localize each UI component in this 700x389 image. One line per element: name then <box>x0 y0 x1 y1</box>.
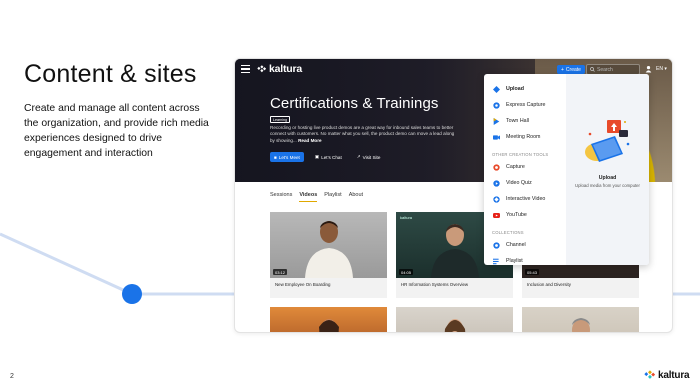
slide-title: Content & sites <box>24 60 197 88</box>
page-number: 2 <box>10 373 14 380</box>
menu-item-channel[interactable]: Channel <box>492 241 526 249</box>
menu-item-capture[interactable]: Capture <box>492 163 525 171</box>
read-more-link[interactable]: Read More <box>298 138 322 143</box>
menu-item-meeting-room[interactable]: Meeting Room <box>492 133 540 141</box>
app-brand-name: kaltura <box>269 63 303 75</box>
footer-logo: kaltura <box>644 370 690 381</box>
language-selector[interactable]: EN ▾ <box>656 66 667 72</box>
create-button-label: Create <box>565 66 581 73</box>
upload-preview-panel[interactable]: Upload Upload media from your computer <box>566 74 649 265</box>
interactive-video-icon <box>492 195 500 203</box>
video-thumbnail[interactable] <box>522 307 639 332</box>
menu-item-express-capture[interactable]: Express Capture <box>492 101 545 109</box>
video-duration: 03:12 <box>273 269 288 275</box>
express-capture-icon <box>492 101 500 109</box>
menu-item-interactive-video[interactable]: Interactive Video <box>492 195 545 203</box>
person-image <box>430 224 479 278</box>
tab-videos[interactable]: Videos <box>299 192 318 202</box>
video-thumbnail[interactable]: 03:12 <box>270 212 387 278</box>
slide-description: Create and manage all content across the… <box>24 103 209 159</box>
video-card[interactable] <box>522 307 639 332</box>
tab-about[interactable]: About <box>349 192 363 202</box>
menu-item-town-hall[interactable]: Town Hall <box>492 117 529 125</box>
search-icon <box>590 67 595 72</box>
menu-item-video-quiz[interactable]: Video Quiz <box>492 179 532 187</box>
person-image <box>318 319 339 332</box>
video-title[interactable]: HR Information Systems Overview <box>396 278 513 298</box>
hero-badge: Learning <box>270 116 290 123</box>
kaltura-logo-icon <box>644 370 655 379</box>
video-duration: 04:05 <box>399 269 414 275</box>
video-thumbnail[interactable] <box>396 307 513 332</box>
user-icon[interactable] <box>645 65 652 73</box>
hamburger-menu-icon[interactable] <box>241 65 250 73</box>
external-link-icon: ↗ <box>356 154 361 159</box>
visit-site-button[interactable]: ↗ Visit Site <box>353 152 385 162</box>
capture-icon <box>492 163 500 171</box>
content-tabs: Sessions Videos Playlist About <box>270 192 363 202</box>
video-quiz-icon <box>492 179 500 187</box>
slide: Content & sites Create and manage all co… <box>0 0 700 389</box>
person-image <box>571 318 590 332</box>
section-collections: COLLECTIONS <box>492 230 524 235</box>
create-button[interactable]: + Create <box>557 65 585 74</box>
video-duration: 05:43 <box>525 269 540 275</box>
menu-item-youtube[interactable]: YouTube <box>492 211 527 219</box>
plus-icon: + <box>561 66 564 73</box>
connector-dot <box>122 284 142 304</box>
menu-item-upload[interactable]: Upload <box>492 85 524 93</box>
playlist-icon <box>492 257 500 265</box>
upload-icon <box>492 85 500 93</box>
video-title[interactable]: Inclusion and Diversity <box>522 278 639 298</box>
video-thumbnail[interactable] <box>270 307 387 332</box>
channel-icon <box>492 241 500 249</box>
chat-icon: ▣ <box>314 154 320 159</box>
town-hall-icon <box>492 117 500 125</box>
create-dropdown: Upload Express Capture Town Hall Meeting… <box>484 74 649 265</box>
tab-sessions[interactable]: Sessions <box>270 192 292 202</box>
upload-illustration <box>585 120 630 162</box>
menu-item-playlist[interactable]: Playlist <box>492 257 523 265</box>
card-logo: kaltura <box>400 215 413 220</box>
upload-panel-subtitle: Upload media from your computer <box>575 183 640 188</box>
create-menu-list: Upload Express Capture Town Hall Meeting… <box>484 74 566 265</box>
person-image <box>304 221 353 278</box>
chevron-down-icon: ▾ <box>664 66 667 72</box>
footer-logo-text: kaltura <box>658 370 690 381</box>
video-title[interactable]: New Employee On Boarding <box>270 278 387 298</box>
upload-panel-title: Upload <box>598 175 617 181</box>
kaltura-logo-icon <box>257 64 266 72</box>
app-logo[interactable]: kaltura <box>257 63 302 75</box>
video-card[interactable] <box>270 307 387 332</box>
youtube-icon <box>492 211 500 219</box>
hero-title: Certifications & Trainings <box>270 95 439 112</box>
hero-description: Recording or hosting live product demos … <box>270 125 455 143</box>
hero-actions: ■ Let's Meet ▣ Let's Chat ↗ Visit Site <box>270 152 384 162</box>
lets-meet-button[interactable]: ■ Let's Meet <box>270 152 304 162</box>
video-card[interactable]: 03:12 New Employee On Boarding <box>270 212 387 298</box>
video-card[interactable] <box>396 307 513 332</box>
video-camera-icon: ■ <box>274 154 277 160</box>
section-other-creation-tools: OTHER CREATION TOOLS <box>492 152 549 157</box>
tab-playlist[interactable]: Playlist <box>324 192 341 202</box>
meeting-room-icon <box>492 133 500 141</box>
search-placeholder: Search <box>597 66 613 73</box>
lets-chat-button[interactable]: ▣ Let's Chat <box>311 152 346 162</box>
person-image <box>444 319 465 332</box>
